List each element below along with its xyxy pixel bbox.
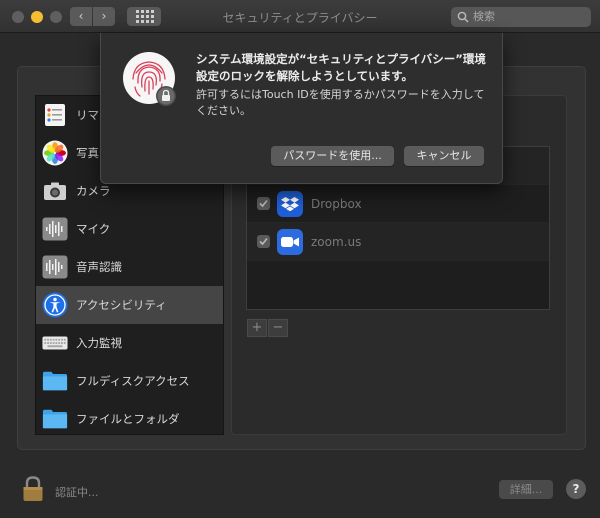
chevron-left-icon: ‹: [78, 9, 84, 23]
window-title: セキュリティとプライバシー: [222, 11, 378, 25]
reminders-icon: [42, 102, 68, 128]
sidebar-item-label: 音声認識: [76, 260, 122, 274]
sidebar-item-files-and-folders[interactable]: ファイルとフォルダ: [36, 400, 223, 434]
accessibility-icon: [42, 292, 68, 318]
search-placeholder: 検索: [473, 10, 495, 23]
table-row-dropbox[interactable]: Dropbox: [247, 185, 549, 223]
app-name: Dropbox: [311, 196, 362, 211]
sidebar-item-input-monitoring[interactable]: 入力監視: [36, 324, 223, 362]
auth-status-text: 認証中...: [55, 486, 99, 499]
sidebar-item-label: カメラ: [76, 184, 111, 198]
dropbox-checkbox[interactable]: [257, 197, 270, 210]
sidebar-item-label: 写真: [76, 146, 99, 160]
sidebar-item-label: 入力監視: [76, 336, 122, 350]
checkmark-icon: [259, 237, 268, 246]
sidebar-item-microphone[interactable]: マイク: [36, 210, 223, 248]
app-name: zoom.us: [311, 234, 362, 249]
use-password-button[interactable]: パスワードを使用...: [271, 146, 394, 166]
sidebar-item-label: ファイルとフォルダ: [76, 412, 180, 426]
dialog-title: システム環境設定が“セキュリティとプライバシー”環境設定のロックを解除しようとし…: [196, 52, 486, 83]
table-row-zoom[interactable]: zoom.us: [247, 223, 549, 261]
speech-recognition-icon: [42, 254, 68, 280]
dialog-message: 許可するにはTouch IDを使用するかパスワードを入力してください。: [196, 88, 485, 117]
zoom-window-button[interactable]: [50, 11, 62, 23]
touch-id-icon: [122, 51, 180, 109]
lock-icon[interactable]: [22, 476, 44, 505]
sidebar-item-accessibility[interactable]: アクセシビリティ: [36, 286, 223, 324]
sidebar-item-label: フルディスクアクセス: [76, 374, 190, 388]
checkmark-icon: [259, 199, 268, 208]
chevron-right-icon: ›: [101, 9, 107, 23]
cancel-button[interactable]: キャンセル: [404, 146, 484, 166]
close-window-button[interactable]: [12, 11, 24, 23]
folder-icon: [42, 406, 68, 432]
search-icon: [457, 11, 469, 23]
zoom-checkbox[interactable]: [257, 235, 270, 248]
forward-button[interactable]: ›: [93, 7, 115, 26]
dropbox-icon: [277, 190, 303, 217]
keyboard-icon: [42, 330, 68, 356]
add-app-button[interactable]: +: [247, 319, 267, 337]
sidebar-item-full-disk-access[interactable]: フルディスクアクセス: [36, 362, 223, 400]
sidebar-item-label: マイク: [76, 222, 111, 236]
remove-app-button[interactable]: −: [268, 319, 288, 337]
folder-icon: [42, 368, 68, 394]
add-remove-controls: + −: [247, 319, 289, 337]
back-button[interactable]: ‹: [70, 7, 92, 26]
advanced-button[interactable]: 詳細...: [499, 480, 553, 499]
camera-icon: [42, 178, 68, 204]
sidebar-item-speech-recognition[interactable]: 音声認識: [36, 248, 223, 286]
zoom-icon: [277, 228, 303, 255]
search-field[interactable]: 検索: [451, 7, 591, 27]
unlock-dialog: システム環境設定が“セキュリティとプライバシー”環境設定のロックを解除しようとし…: [100, 33, 503, 184]
show-all-button[interactable]: [127, 7, 161, 26]
microphone-icon: [42, 216, 68, 242]
photos-icon: [42, 140, 68, 166]
help-button[interactable]: ?: [566, 479, 586, 499]
minimize-window-button[interactable]: [31, 11, 43, 23]
sidebar-item-label: アクセシビリティ: [76, 298, 167, 312]
window-titlebar: ‹ › セキュリティとプライバシー 検索: [0, 0, 600, 33]
